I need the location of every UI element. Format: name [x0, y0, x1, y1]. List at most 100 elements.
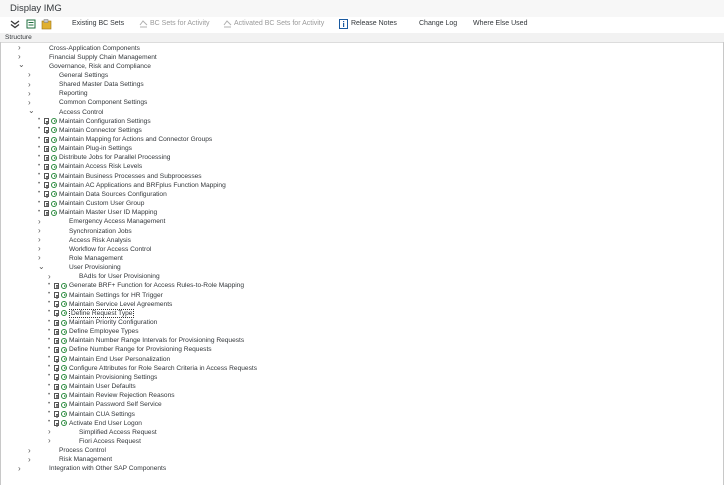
tree-node-label[interactable]: Access Control — [59, 109, 103, 116]
tree-node-label[interactable]: Access Risk Analysis — [69, 237, 131, 244]
documentation-icon[interactable] — [44, 200, 49, 207]
tree-activity-row[interactable]: • Activate End User Logon — [1, 419, 721, 428]
documentation-icon[interactable] — [44, 163, 49, 170]
documentation-icon[interactable] — [54, 356, 59, 363]
execute-icon[interactable] — [61, 356, 67, 363]
execute-icon[interactable] — [51, 200, 57, 207]
tree-node-row[interactable]: ⌄ Governance, Risk and Compliance — [1, 60, 721, 71]
tree-node-label[interactable]: Risk Management — [59, 456, 112, 463]
execute-icon[interactable] — [61, 411, 67, 417]
chevron-right-icon[interactable]: › — [38, 235, 41, 244]
documentation-icon[interactable] — [54, 392, 59, 399]
documentation-icon[interactable] — [54, 282, 59, 289]
tree-activity-label[interactable]: Activate End User Logon — [69, 420, 142, 427]
tree-node-row[interactable]: › Risk Management — [1, 455, 721, 465]
tree-activity-label[interactable]: Configure Attributes for Role Search Cri… — [69, 365, 257, 372]
documentation-icon[interactable] — [54, 310, 59, 317]
documentation-icon[interactable] — [44, 173, 49, 180]
execute-icon[interactable] — [51, 182, 57, 189]
execute-icon[interactable] — [51, 173, 57, 180]
tree-node-row[interactable]: › Financial Supply Chain Management — [1, 52, 721, 62]
documentation-icon[interactable] — [54, 292, 59, 299]
tree-activity-row[interactable]: • Define Employee Types — [1, 328, 721, 337]
documentation-icon[interactable] — [44, 145, 49, 152]
documentation-icon[interactable] — [54, 420, 59, 427]
tree-node-label[interactable]: Financial Supply Chain Management — [49, 54, 157, 61]
tree-node-row[interactable]: ⌄ Access Control — [1, 106, 721, 117]
tree-activity-row[interactable]: • Maintain Review Rejection Reasons — [1, 392, 721, 401]
execute-icon[interactable] — [61, 401, 67, 408]
tree-activity-row[interactable]: • Generate BRF+ Function for Access Rules… — [1, 282, 721, 291]
execute-icon[interactable] — [51, 191, 57, 198]
tree-node-row[interactable]: › Cross-Application Components — [1, 43, 721, 53]
tree-node-label[interactable]: Shared Master Data Settings — [59, 81, 144, 88]
documentation-icon[interactable] — [44, 209, 49, 216]
execute-icon[interactable] — [61, 301, 67, 308]
tree-activity-row[interactable]: • Maintain Business Processes and Subproc… — [1, 172, 721, 181]
documentation-icon[interactable] — [44, 154, 49, 161]
execute-icon[interactable] — [51, 209, 57, 216]
documentation-icon[interactable] — [54, 337, 59, 344]
tree-activity-label[interactable]: Maintain Password Self Service — [69, 401, 162, 408]
documentation-icon[interactable] — [54, 374, 59, 381]
tree-activity-label[interactable]: Maintain Connector Settings — [59, 127, 142, 134]
tree-node-row[interactable]: › Simplified Access Request — [1, 427, 721, 437]
tree-node-row[interactable]: › Shared Master Data Settings — [1, 80, 721, 90]
tree-node-row[interactable]: › Workflow for Access Control — [1, 244, 721, 254]
tree-activity-row[interactable]: • Maintain User Defaults — [1, 383, 721, 392]
document-icon[interactable] — [26, 19, 36, 29]
tree-activity-label[interactable]: Maintain Review Rejection Reasons — [69, 392, 175, 399]
execute-icon[interactable] — [61, 282, 67, 289]
execute-icon[interactable] — [51, 127, 57, 134]
tree-activity-row[interactable]: • Maintain Master User ID Mapping — [1, 209, 721, 218]
tree-activity-row[interactable]: • Configure Attributes for Role Search Cr… — [1, 364, 721, 373]
execute-icon[interactable] — [61, 383, 67, 390]
chevron-down-icon[interactable]: ⌄ — [38, 262, 45, 271]
execute-icon[interactable] — [61, 392, 67, 399]
tree-activity-label[interactable]: Maintain Configuration Settings — [59, 118, 151, 125]
execute-icon[interactable] — [61, 346, 67, 353]
execute-icon[interactable] — [61, 319, 67, 326]
tree-node-label[interactable]: Cross-Application Components — [49, 45, 140, 52]
tree-node-label[interactable]: Role Management — [69, 255, 123, 262]
tree-activity-row[interactable]: • Maintain Mapping for Actions and Connec… — [1, 136, 721, 145]
bc-sets-for-activity-button[interactable]: BC Sets for Activity — [150, 20, 210, 27]
tree-node-row[interactable]: › Role Management — [1, 253, 721, 263]
tree-node-label[interactable]: User Provisioning — [69, 264, 121, 271]
tree-activity-label[interactable]: Maintain Access Risk Levels — [59, 163, 142, 170]
documentation-icon[interactable] — [54, 401, 59, 408]
execute-icon[interactable] — [51, 118, 57, 125]
tree-node-label[interactable]: Common Component Settings — [59, 99, 147, 106]
tree-activity-row[interactable]: • Maintain Data Sources Configuration — [1, 190, 721, 199]
execute-icon[interactable] — [51, 154, 57, 161]
chevron-right-icon[interactable]: › — [28, 70, 31, 79]
documentation-icon[interactable] — [44, 118, 49, 125]
documentation-icon[interactable] — [54, 301, 59, 308]
tree-node-label[interactable]: Process Control — [59, 447, 106, 454]
chevron-down-icon[interactable]: ⌄ — [28, 106, 35, 115]
execute-icon[interactable] — [61, 310, 67, 317]
chevron-right-icon[interactable]: › — [18, 43, 21, 52]
tree-activity-label[interactable]: Maintain Mapping for Actions and Connect… — [59, 136, 212, 143]
chevron-right-icon[interactable]: › — [28, 89, 31, 98]
chevron-right-icon[interactable]: › — [28, 80, 31, 89]
chevron-right-icon[interactable]: › — [38, 226, 41, 235]
execute-icon[interactable] — [61, 337, 67, 344]
tree-activity-label[interactable]: Maintain Settings for HR Trigger — [69, 292, 163, 299]
chevron-right-icon[interactable]: › — [18, 464, 21, 473]
tree-activity-label[interactable]: Maintain Provisioning Settings — [69, 374, 157, 381]
tree-activity-label[interactable]: Maintain User Defaults — [69, 383, 136, 390]
tree-activity-row[interactable]: • Maintain Plug-in Settings — [1, 145, 721, 154]
tree-node-row[interactable]: › Access Risk Analysis — [1, 235, 721, 245]
tree-activity-row[interactable]: • Maintain Number Range Intervals for Pro… — [1, 337, 721, 346]
tree-node-row[interactable]: › BAdIs for User Provisioning — [1, 272, 721, 282]
tree-activity-label[interactable]: Maintain Service Level Agreements — [69, 301, 172, 308]
tree-node-row[interactable]: › Fiori Access Request — [1, 436, 721, 446]
tree-node-label[interactable]: Integration with Other SAP Components — [49, 465, 166, 472]
execute-icon[interactable] — [51, 136, 57, 143]
execute-icon[interactable] — [61, 420, 67, 427]
tree-activity-row[interactable]: • Define Request Type — [1, 308, 721, 318]
execute-icon[interactable] — [51, 145, 57, 152]
tree-node-row[interactable]: › Reporting — [1, 89, 721, 99]
documentation-icon[interactable] — [54, 383, 59, 390]
